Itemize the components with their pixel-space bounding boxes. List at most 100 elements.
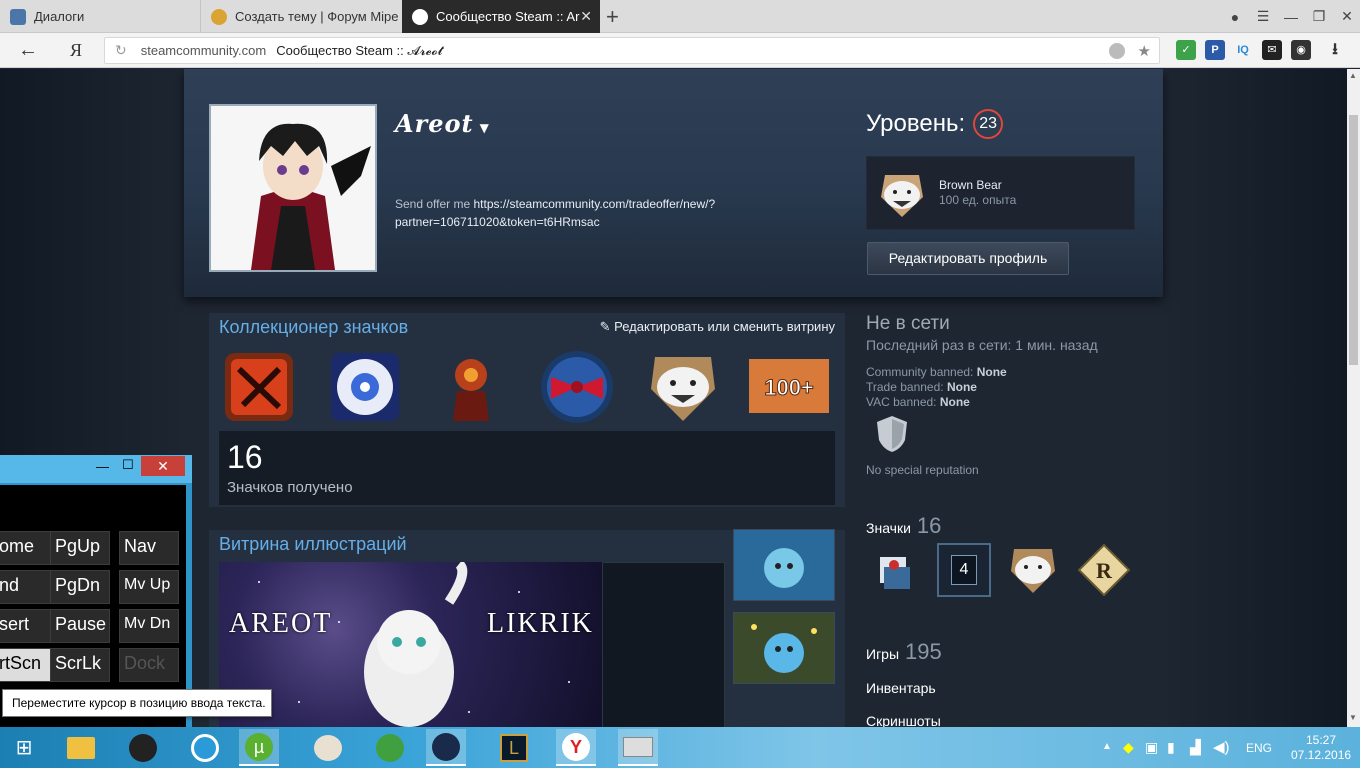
inventory-link[interactable]: Инвентарь	[866, 680, 936, 696]
close-window-icon[interactable]: ✕	[1334, 8, 1360, 25]
download-icon[interactable]: ⭳	[1325, 40, 1345, 60]
portal-badge-icon[interactable]	[325, 347, 405, 427]
dota-badge-icon[interactable]	[219, 347, 299, 427]
games-link[interactable]: Игры 195	[866, 639, 942, 665]
osk-key-nav[interactable]: Nav	[119, 531, 179, 565]
level-badge-4[interactable]: 4	[937, 543, 991, 597]
ban-label: Community banned:	[866, 365, 977, 379]
tray-security-icon[interactable]: ▣	[1145, 739, 1158, 756]
league-of-legends-icon[interactable]: L	[494, 729, 534, 766]
gift-card-badge-icon[interactable]	[866, 543, 920, 597]
games-count: 195	[905, 639, 942, 664]
online-status: Не в сети	[866, 313, 950, 334]
ban-value: None	[976, 365, 1007, 379]
yandex-logo[interactable]: Я	[70, 40, 82, 61]
steam-taskbar-icon[interactable]	[426, 729, 466, 766]
artwork-main-image[interactable]: AREOT LIKRIK	[219, 562, 602, 727]
ban-value: None	[939, 395, 970, 409]
tab-dialogs[interactable]: Диалоги	[0, 0, 200, 33]
artwork-text-left: AREOT	[229, 608, 333, 639]
polar-bear-badge-icon[interactable]	[643, 347, 723, 427]
on-screen-keyboard-icon[interactable]	[618, 729, 658, 766]
osk-key-pgup[interactable]: PgUp	[50, 531, 110, 565]
ban-row: VAC banned: None	[866, 395, 1007, 410]
minimize-icon[interactable]: —	[1278, 9, 1304, 25]
osk-key-pause[interactable]: Pause	[50, 609, 110, 643]
osk-key-end[interactable]: nd	[0, 570, 54, 604]
yandex-browser-icon[interactable]: Y	[556, 729, 596, 766]
polar-bear-badge-small-icon[interactable]	[1006, 543, 1060, 597]
close-tab-icon[interactable]: ✕	[580, 8, 592, 25]
maximize-icon[interactable]: ☐	[122, 457, 134, 473]
url-domain: steamcommunity.com	[140, 43, 267, 58]
reader-mode-icon[interactable]	[1109, 43, 1125, 59]
edit-showcase-link[interactable]: ✎ Редактировать или сменить витрину	[600, 319, 835, 335]
page-scrollbar[interactable]: ▲ ▼	[1347, 69, 1360, 727]
robed-figure-badge-icon[interactable]	[431, 347, 511, 427]
aperture-app-icon[interactable]	[185, 729, 225, 766]
osk-tooltip: Переместите курсор в позицию ввода текст…	[2, 689, 272, 717]
tray-app-icon[interactable]: ◆	[1123, 739, 1134, 756]
iq-ext-icon[interactable]: IQ	[1233, 40, 1253, 60]
scrollbar-thumb[interactable]	[1349, 115, 1358, 365]
system-clock[interactable]: 15:27 07.12.2016	[1291, 733, 1351, 763]
badge-count-box: 16 Значков получено	[219, 431, 835, 505]
mail-ext-icon[interactable]: ✉	[1262, 40, 1282, 60]
screenshots-link[interactable]: Скриншоты	[866, 713, 941, 727]
tab-steam[interactable]: Сообщество Steam :: Ar ✕	[402, 0, 600, 33]
input-language[interactable]: ENG	[1246, 741, 1272, 755]
account-icon[interactable]: ●	[1222, 9, 1248, 25]
close-icon[interactable]: ✕	[141, 456, 185, 476]
tray-network-icon[interactable]: ▟	[1190, 739, 1201, 756]
osk-key-mvup[interactable]: Mv Up	[119, 570, 179, 604]
tray-overflow-icon[interactable]: ▲	[1102, 741, 1112, 752]
dropdown-caret-icon[interactable]: ▼	[480, 121, 490, 135]
media-player-icon[interactable]	[123, 729, 163, 766]
reload-icon[interactable]: ↻	[115, 42, 127, 59]
minimize-icon[interactable]: —	[96, 459, 109, 474]
download-manager-icon[interactable]	[370, 729, 410, 766]
osk-key-scrlk[interactable]: ScrLk	[50, 648, 110, 682]
bookmark-star-icon[interactable]: ★	[1138, 42, 1151, 60]
tray-power-icon[interactable]: ▮	[1167, 739, 1175, 756]
location-ext-icon[interactable]: ◉	[1291, 40, 1311, 60]
monogram-badge-icon[interactable]: R	[1077, 543, 1131, 597]
file-explorer-icon[interactable]	[61, 729, 101, 766]
ban-row: Trade banned: None	[866, 380, 1007, 395]
paint-icon[interactable]	[308, 729, 348, 766]
osk-key-insert[interactable]: sert	[0, 609, 54, 643]
badges-link[interactable]: Значки 16	[866, 513, 941, 539]
edit-profile-button[interactable]: Редактировать профиль	[867, 242, 1069, 275]
scroll-down-icon[interactable]: ▼	[1349, 713, 1357, 722]
osk-key-home[interactable]: ome	[0, 531, 54, 565]
edit-showcase-label: Редактировать или сменить витрину	[614, 319, 835, 334]
new-tab-button[interactable]: +	[606, 4, 619, 30]
profile-name[interactable]: Areot ▼	[395, 109, 490, 138]
favorite-badge[interactable]: Brown Bear 100 ед. опыта	[866, 156, 1135, 230]
osk-key-mvdn[interactable]: Mv Dn	[119, 609, 179, 643]
level-number[interactable]: 23	[973, 109, 1004, 139]
restore-icon[interactable]: ❐	[1306, 8, 1332, 25]
start-windows-icon[interactable]: ⊞	[4, 729, 44, 766]
bowtie-badge-icon[interactable]	[537, 347, 617, 427]
osk-key-pgdn[interactable]: PgDn	[50, 570, 110, 604]
back-button[interactable]: ←	[18, 39, 38, 62]
osk-key-prtscn[interactable]: rtScn	[0, 648, 54, 682]
menu-icon[interactable]: ☰	[1250, 8, 1276, 25]
pinterest-ext-icon[interactable]: P	[1205, 40, 1225, 60]
profile-avatar[interactable]	[209, 104, 377, 272]
artwork-thumbnail[interactable]	[733, 529, 835, 601]
tray-volume-icon[interactable]: ◀)	[1213, 738, 1230, 756]
tab-forum[interactable]: Создать тему | Форум Mipe	[200, 0, 402, 33]
artwork-thumbnail[interactable]	[733, 612, 835, 684]
osk-title-bar[interactable]: — ☐ ✕	[0, 455, 192, 483]
level-100-badge-icon[interactable]: 100+	[749, 347, 829, 427]
games-label: Игры	[866, 646, 900, 662]
url-field[interactable]: ↻ steamcommunity.com Сообщество Steam ::…	[104, 37, 1160, 64]
profile-level: Уровень: 23	[866, 109, 1004, 139]
utorrent-icon[interactable]: µ	[239, 729, 279, 766]
scroll-up-icon[interactable]: ▲	[1349, 71, 1357, 80]
adguard-shield-icon[interactable]: ✓	[1176, 40, 1196, 60]
osk-key-dock[interactable]: Dock	[119, 648, 179, 682]
ban-row: Community banned: None	[866, 365, 1007, 380]
